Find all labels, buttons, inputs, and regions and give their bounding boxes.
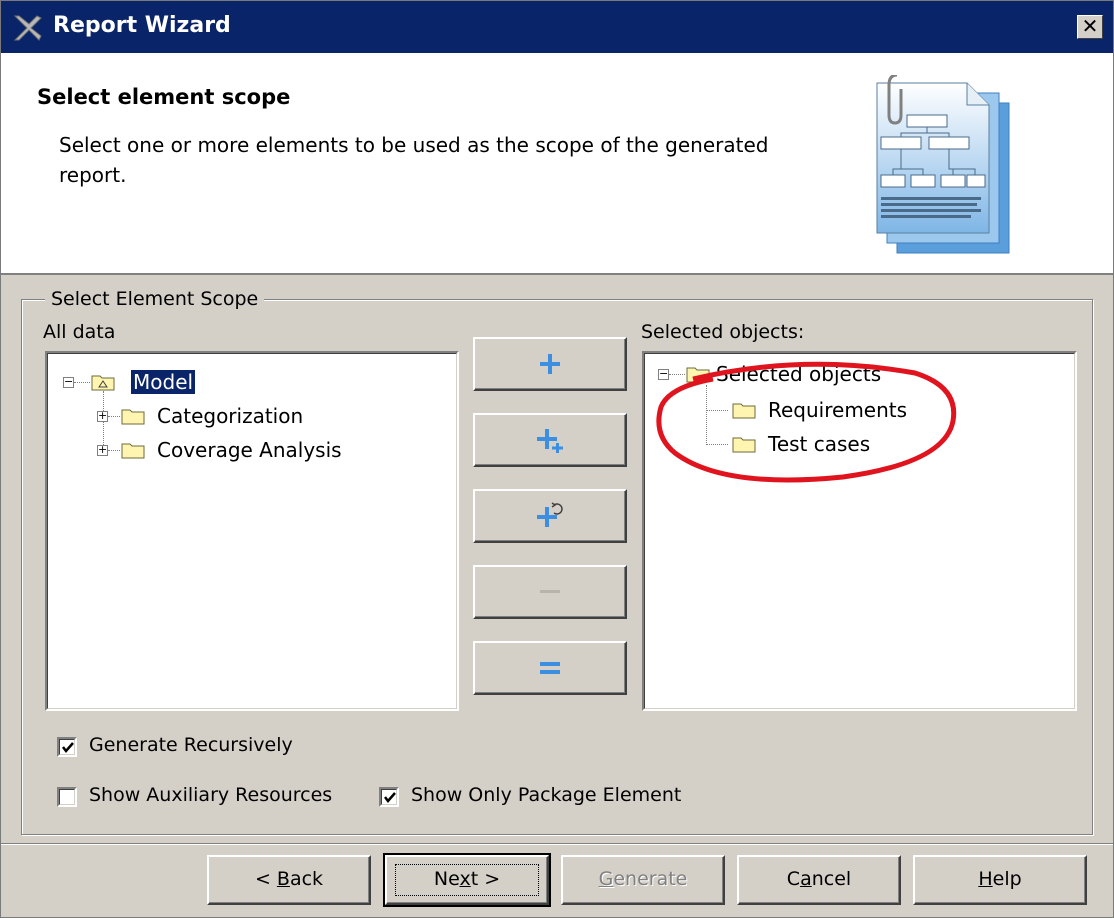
show-auxiliary-resources-label: Show Auxiliary Resources (89, 784, 333, 806)
minus-icon (540, 590, 560, 593)
equals-icon (540, 662, 560, 674)
page-title: Select element scope (37, 85, 291, 109)
tree-item-model[interactable]: Model (131, 367, 196, 397)
tree-item-categorization[interactable]: Categorization (157, 401, 303, 431)
cancel-label-mnemonic: a (800, 868, 812, 890)
cancel-label-post: ncel (811, 868, 852, 890)
back-button[interactable]: < Back (207, 855, 371, 905)
add-with-children-button[interactable] (473, 489, 627, 543)
all-data-label: All data (43, 321, 116, 343)
show-only-package-element-label: Show Only Package Element (411, 784, 682, 806)
generate-label-post: enerate (613, 868, 688, 890)
tree-item-coverage-analysis[interactable]: Coverage Analysis (157, 435, 342, 465)
generate-recursively-label: Generate Recursively (89, 734, 293, 756)
plus-cycle-icon (537, 502, 563, 527)
model-package-icon (91, 375, 115, 391)
page-description: Select one or more elements to be used a… (59, 133, 769, 187)
next-button[interactable]: Next > (383, 853, 551, 907)
checkmark-icon (62, 742, 74, 753)
folder-icon (121, 443, 145, 459)
generate-recursively-checkbox[interactable] (57, 737, 77, 757)
next-label-post: t > (470, 868, 501, 890)
expand-toggle[interactable]: + (97, 410, 108, 422)
back-label-pre: < (254, 868, 277, 890)
remove-button[interactable] (473, 565, 627, 619)
show-only-package-element-checkbox[interactable] (379, 787, 399, 807)
footer-separator (1, 843, 1113, 845)
app-logo-icon (13, 15, 42, 41)
close-button[interactable]: ✕ (1077, 15, 1103, 39)
back-label-post: ack (289, 868, 324, 890)
folder-icon (121, 409, 145, 425)
close-icon: ✕ (1081, 14, 1099, 38)
collapse-toggle[interactable]: − (63, 376, 74, 388)
add-recursive-button[interactable] (473, 413, 627, 467)
expand-toggle[interactable]: + (97, 444, 108, 456)
help-label-post: elp (992, 868, 1022, 890)
checkmark-icon (384, 792, 396, 803)
plus-small-plus-icon (537, 429, 563, 453)
wizard-header: Select element scope Select one or more … (1, 53, 1113, 275)
cancel-button[interactable]: Cancel (737, 855, 901, 905)
next-label-mnemonic: x (459, 868, 471, 890)
show-auxiliary-resources-checkbox[interactable] (57, 787, 77, 807)
group-label: Select Element Scope (45, 288, 265, 310)
report-document-icon (876, 75, 1010, 254)
help-label-mnemonic: H (978, 868, 993, 890)
generate-label-mnemonic: G (598, 868, 614, 890)
plus-icon (540, 354, 560, 374)
selected-objects-label: Selected objects: (641, 321, 805, 343)
back-label-mnemonic: B (276, 868, 290, 890)
help-button[interactable]: Help (913, 855, 1087, 905)
report-wizard-window: Report Wizard ✕ Select element scope Sel… (0, 0, 1114, 918)
window-title: Report Wizard (53, 13, 231, 38)
red-annotation-circle (656, 361, 957, 483)
cancel-label-pre: C (786, 868, 801, 890)
add-button[interactable] (473, 337, 627, 391)
next-label-pre: Ne (433, 868, 460, 890)
tree-item-label: Model (131, 370, 196, 394)
remove-all-button[interactable] (473, 641, 627, 695)
generate-button[interactable]: Generate (561, 855, 725, 905)
tree-item-label: Coverage Analysis (157, 438, 342, 462)
title-bar[interactable]: Report Wizard ✕ (1, 1, 1113, 53)
tree-item-label: Categorization (157, 404, 304, 428)
all-data-tree[interactable]: − Model + Categorization + Coverage Anal… (45, 351, 459, 711)
